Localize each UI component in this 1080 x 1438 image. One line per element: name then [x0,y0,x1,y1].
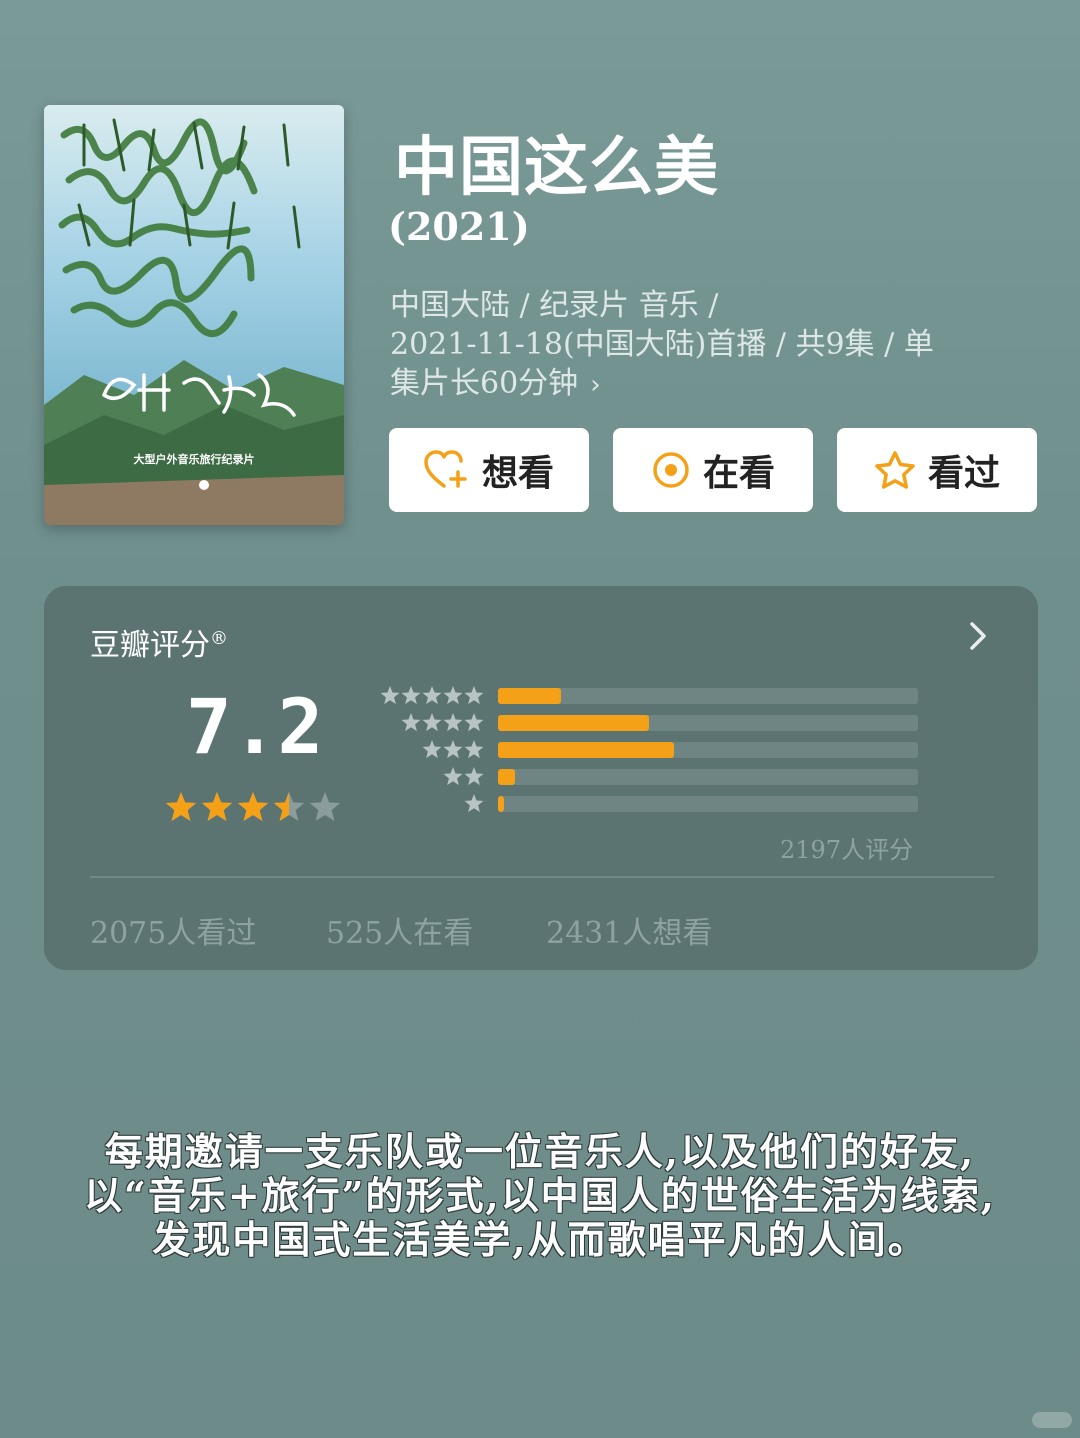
distribution-bar-track-3 [498,742,918,758]
watching-label: 在看 [702,452,775,494]
distribution-bar-fill-5 [498,688,561,704]
distribution-bar-track-4 [498,715,918,731]
rating-star-filled [201,792,233,821]
distribution-star [422,740,442,759]
distribution-stars-3 [422,740,484,759]
watching-count[interactable]: 525人在看 [326,908,473,952]
chevron-right-icon[interactable] [968,620,988,652]
distribution-stars-5 [380,686,484,705]
rating-score: 7.2 [186,682,324,771]
description-line-2: 以“音乐+旅行”的形式,以中国人的世俗生活为线索, [83,1173,997,1218]
distribution-star [464,767,484,786]
poster-image[interactable]: 大型户外音乐旅行纪录片 [44,105,344,525]
registered-mark: ® [210,628,228,649]
meta-line-3-text: 集片长60分钟 [390,366,579,401]
divider [90,876,994,878]
watched-count[interactable]: 2075人看过 [90,908,256,952]
meta-line-1: 中国大陆 / 纪录片 音乐 / [390,288,719,323]
distribution-star [443,740,463,759]
rating-card[interactable]: 豆瓣评分® 7.2 2197人评分 2075人看过 525人在看 2431人想看 [44,586,1038,970]
distribution-star [443,767,463,786]
rating-count: 2197人评分 [780,836,914,864]
distribution-bar-track-1 [498,796,918,812]
distribution-star [422,686,442,705]
distribution-bar-fill-1 [498,796,505,812]
chevron-right-icon: › [590,370,601,400]
distribution-star [464,740,484,759]
watching-button[interactable]: 在看 [613,428,813,512]
poster-caption: 大型户外音乐旅行纪录片 [133,453,255,466]
rating-title: 豆瓣评分® [90,620,228,664]
distribution-star [401,713,421,732]
star-outline-icon [875,451,915,489]
distribution-bar-fill-3 [498,742,675,758]
rating-star-empty [309,792,341,821]
distribution-bar-track-2 [498,769,918,785]
rating-stars [165,792,341,821]
meta-info[interactable]: 中国大陆 / 纪录片 音乐 / 2021-11-18(中国大陆)首播 / 共9集… [390,286,1040,405]
distribution-star [401,686,421,705]
distribution-star [464,713,484,732]
distribution-stars-4 [401,713,484,732]
watched-button[interactable]: 看过 [837,428,1037,512]
want-to-watch-label: 想看 [481,452,554,494]
heart-plus-icon [424,450,467,488]
want-count[interactable]: 2431人想看 [546,908,712,952]
meta-line-2: 2021-11-18(中国大陆)首播 / 共9集 / 单 [390,327,934,362]
distribution-star [443,713,463,732]
target-circle-icon [653,452,689,488]
meta-line-3: 集片长60分钟 › [390,364,1040,405]
distribution-star [443,686,463,705]
distribution-stars-1 [464,794,484,813]
rating-star-filled [165,792,197,821]
distribution-star [422,713,442,732]
distribution-stars-2 [443,767,484,786]
rating-title-text: 豆瓣评分 [90,628,210,663]
want-to-watch-button[interactable]: 想看 [389,428,589,512]
distribution-star [380,686,400,705]
distribution-bar-fill-4 [498,715,650,731]
rating-star-filled [237,792,269,821]
distribution-bar-fill-2 [498,769,515,785]
description-line-3: 发现中国式生活美学,从而歌唱平凡的人间。 [152,1217,928,1262]
distribution-star [464,686,484,705]
watched-label: 看过 [927,452,1000,494]
watermark-logo [1032,1412,1072,1428]
description-line-1: 每期邀请一支乐队或一位音乐人,以及他们的好友, [104,1129,976,1174]
distribution-bar-track-5 [498,688,918,704]
page-title: 中国这么美 [394,130,719,205]
release-year: (2021) [388,204,530,249]
distribution-star [464,794,484,813]
description: 每期邀请一支乐队或一位音乐人,以及他们的好友, 以“音乐+旅行”的形式,以中国人… [40,1130,1040,1262]
